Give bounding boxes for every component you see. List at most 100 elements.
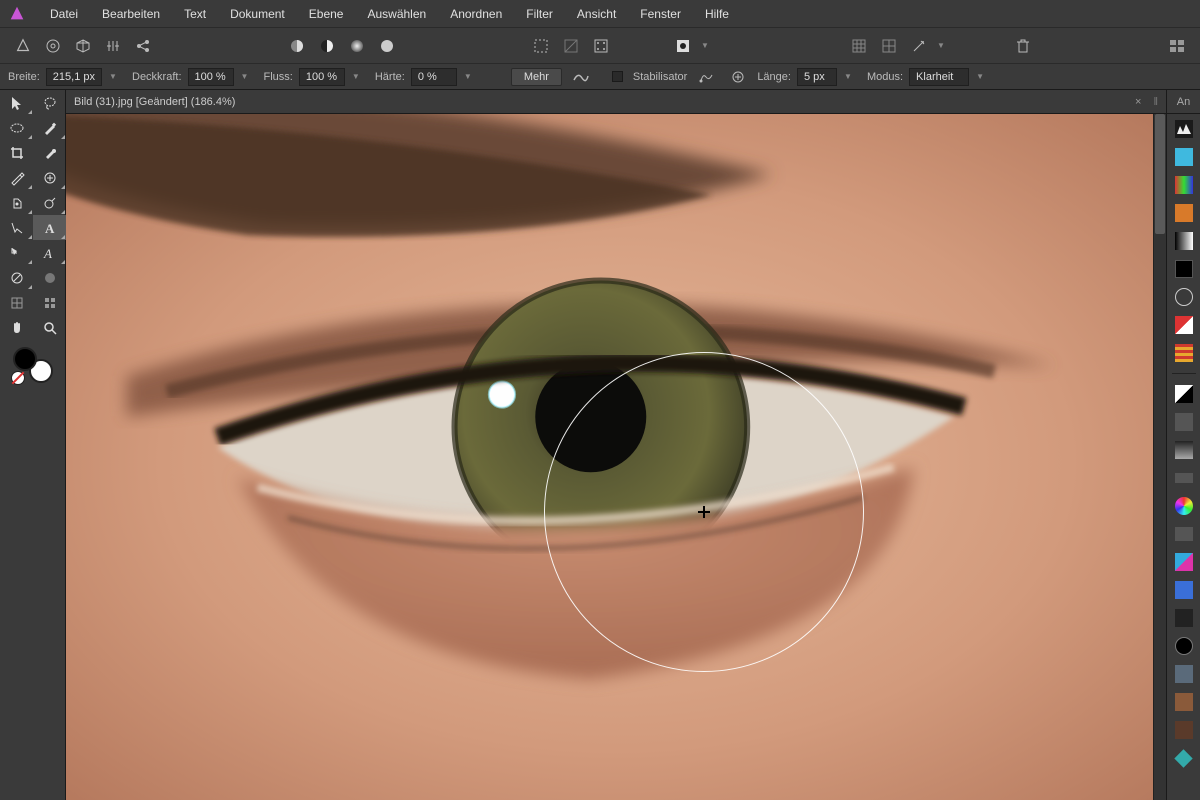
chevron-down-icon[interactable]: ▼	[843, 72, 853, 81]
crop-tool[interactable]	[0, 140, 33, 165]
slider-group-icon[interactable]	[1173, 523, 1195, 545]
app-logo-secondary-icon[interactable]	[10, 33, 36, 59]
opacity-field[interactable]: 100 %	[188, 68, 234, 86]
pattern-tool[interactable]	[33, 290, 66, 315]
hardness-field[interactable]: 0 %	[411, 68, 457, 86]
dodge-tool[interactable]	[33, 190, 66, 215]
histogram-icon[interactable]	[1173, 118, 1195, 140]
cube-icon[interactable]	[70, 33, 96, 59]
swatch-dark-icon[interactable]	[1173, 607, 1195, 629]
window-mode-icon[interactable]	[725, 64, 751, 90]
chevron-down-icon[interactable]: ▼	[700, 41, 710, 50]
pencil-tool[interactable]	[0, 165, 33, 190]
clone-tool[interactable]	[0, 190, 33, 215]
marquee-rect-icon[interactable]	[528, 33, 554, 59]
paintbrush-tool[interactable]	[33, 115, 66, 140]
document-tab[interactable]: Bild (31).jpg [Geändert] (186.4%)	[74, 96, 1129, 108]
circle-black-icon[interactable]	[1173, 635, 1195, 657]
circle-outline-icon[interactable]	[1173, 286, 1195, 308]
node-tool[interactable]	[0, 240, 33, 265]
diamond-icon[interactable]	[1173, 747, 1195, 769]
more-button[interactable]: Mehr	[511, 68, 562, 86]
swatch-grad-bw-icon[interactable]	[1173, 230, 1195, 252]
menu-bearbeiten[interactable]: Bearbeiten	[90, 0, 172, 28]
brush-stroke-icon[interactable]	[568, 64, 594, 90]
no-color-icon[interactable]	[11, 371, 25, 385]
move-tool[interactable]	[0, 90, 33, 115]
zoom-tool[interactable]	[33, 315, 66, 340]
artistic-text-tool[interactable]: A	[33, 240, 66, 265]
swatch-brown-icon[interactable]	[1173, 719, 1195, 741]
gradient-tool[interactable]	[0, 265, 33, 290]
menu-filter[interactable]: Filter	[514, 0, 565, 28]
vertical-scrollbar[interactable]	[1153, 114, 1166, 800]
eyedropper-tool[interactable]	[33, 140, 66, 165]
close-icon[interactable]: ×	[1129, 96, 1147, 108]
chevron-down-icon[interactable]: ▼	[936, 41, 946, 50]
grid3-icon[interactable]	[846, 33, 872, 59]
blur-tool[interactable]	[33, 265, 66, 290]
canvas[interactable]	[66, 114, 1166, 800]
grid2-icon[interactable]	[876, 33, 902, 59]
width-field[interactable]: 215,1 px	[46, 68, 102, 86]
app-logo[interactable]	[6, 3, 28, 25]
text-tool[interactable]: A	[33, 215, 66, 240]
right-tab[interactable]: An	[1177, 96, 1190, 108]
stabilizer-checkbox[interactable]	[612, 71, 623, 82]
menu-ebene[interactable]: Ebene	[297, 0, 356, 28]
swatch-bw-diag-icon[interactable]	[1173, 383, 1195, 405]
panels-toggle-icon[interactable]	[1164, 33, 1190, 59]
marquee-diag-icon[interactable]	[558, 33, 584, 59]
swatch-red-diag-icon[interactable]	[1173, 314, 1195, 336]
wand-icon[interactable]	[906, 33, 932, 59]
blend-solid-icon[interactable]	[374, 33, 400, 59]
marquee-ellipse-tool[interactable]	[0, 115, 33, 140]
swatch-orange-icon[interactable]	[1173, 202, 1195, 224]
mirror-icon[interactable]	[100, 33, 126, 59]
chevron-down-icon[interactable]: ▼	[975, 72, 985, 81]
swatch-grey-icon[interactable]	[1173, 411, 1195, 433]
circle-rgb-icon[interactable]	[1173, 495, 1195, 517]
marquee-dots-icon[interactable]	[588, 33, 614, 59]
blend-contrast-icon[interactable]	[314, 33, 340, 59]
slider-icon[interactable]	[1173, 467, 1195, 489]
rope-mode-icon[interactable]	[693, 64, 719, 90]
fg-color-swatch[interactable]	[13, 347, 37, 371]
swatch-grad-grey-icon[interactable]	[1173, 439, 1195, 461]
chevron-down-icon[interactable]: ▼	[463, 72, 473, 81]
swatch-stripes-icon[interactable]	[1173, 342, 1195, 364]
quickmask-icon[interactable]	[670, 33, 696, 59]
menu-fenster[interactable]: Fenster	[628, 0, 693, 28]
swatch-mix-icon[interactable]	[1173, 551, 1195, 573]
chevron-down-icon[interactable]: ▼	[240, 72, 250, 81]
share-icon[interactable]	[130, 33, 156, 59]
swatch-black-icon[interactable]	[1173, 258, 1195, 280]
menu-anordnen[interactable]: Anordnen	[438, 0, 514, 28]
menu-text[interactable]: Text	[172, 0, 218, 28]
mode-field[interactable]: Klarheit	[909, 68, 969, 86]
blend-halfmoon-icon[interactable]	[284, 33, 310, 59]
pen-arrow-tool[interactable]	[0, 215, 33, 240]
menu-datei[interactable]: Datei	[38, 0, 90, 28]
swatch-steel-icon[interactable]	[1173, 663, 1195, 685]
menu-dokument[interactable]: Dokument	[218, 0, 297, 28]
swatch-rgb-icon[interactable]	[1173, 174, 1195, 196]
swatch-blue-note-icon[interactable]	[1173, 579, 1195, 601]
circle-target-icon[interactable]	[40, 33, 66, 59]
healing-tool[interactable]	[33, 165, 66, 190]
menu-auswählen[interactable]: Auswählen	[355, 0, 438, 28]
flow-field[interactable]: 100 %	[299, 68, 345, 86]
length-field[interactable]: 5 px	[797, 68, 837, 86]
lasso-tool[interactable]	[33, 90, 66, 115]
swatch-copper-icon[interactable]	[1173, 691, 1195, 713]
trash-icon[interactable]	[1010, 33, 1036, 59]
swatch-cyan-icon[interactable]	[1173, 146, 1195, 168]
hand-tool[interactable]	[0, 315, 33, 340]
color-swatch[interactable]	[0, 340, 65, 390]
menu-ansicht[interactable]: Ansicht	[565, 0, 628, 28]
mesh-tool[interactable]	[0, 290, 33, 315]
menu-hilfe[interactable]: Hilfe	[693, 0, 741, 28]
chevron-down-icon[interactable]: ▼	[351, 72, 361, 81]
blend-soft-icon[interactable]	[344, 33, 370, 59]
chevron-down-icon[interactable]: ▼	[108, 72, 118, 81]
